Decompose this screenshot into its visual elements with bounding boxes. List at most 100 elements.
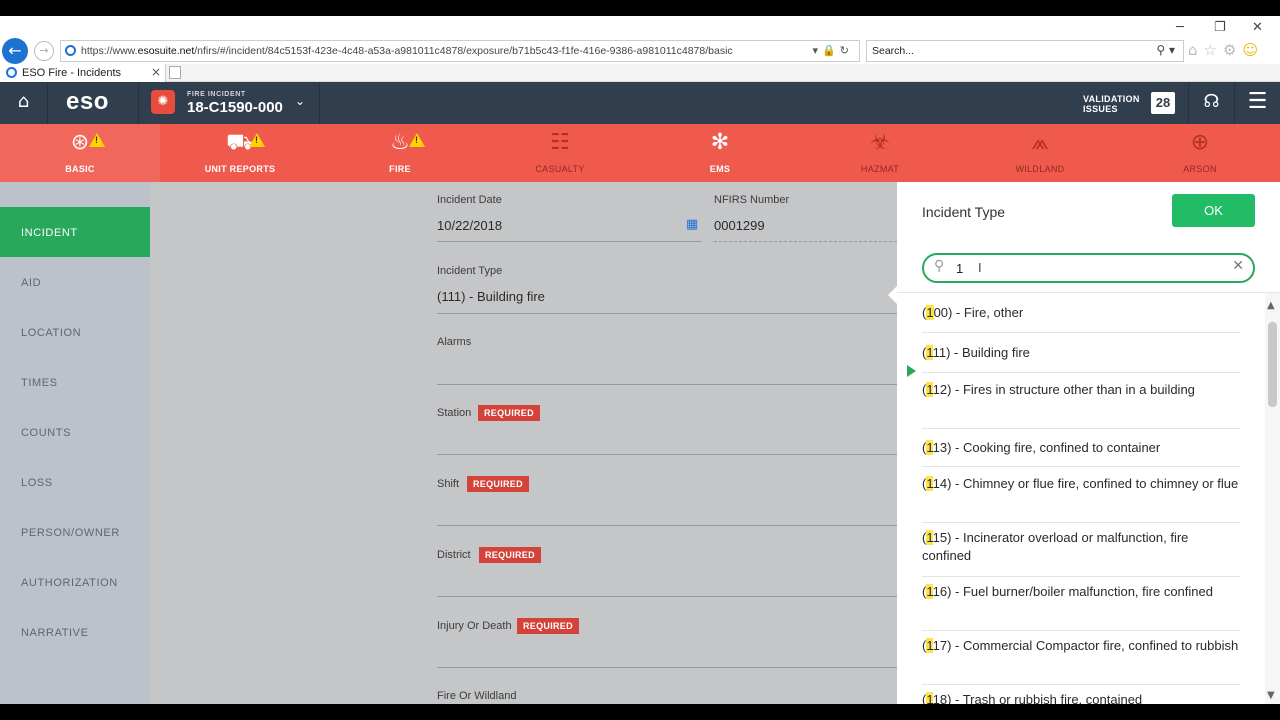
browser-tab[interactable]: ESO Fire - Incidents × bbox=[0, 64, 166, 82]
validation-issues-count[interactable]: 28 bbox=[1151, 92, 1175, 114]
scroll-down-icon[interactable]: ▼ bbox=[1267, 690, 1275, 701]
sidebar-item-counts[interactable]: COUNTS bbox=[0, 407, 150, 457]
module-tab-casualty[interactable]: ☷ CASUALTY bbox=[480, 124, 640, 182]
picker-title: Incident Type bbox=[922, 204, 1006, 220]
incident-date-label: Incident Date bbox=[437, 194, 502, 206]
browser-search-box[interactable]: Search... ⚲ ▾ bbox=[866, 40, 1184, 62]
lock-icon[interactable]: 🔒 bbox=[822, 44, 840, 57]
module-tab-bar: ⊛ ! BASIC ⛟ ! UNIT REPORTS ♨ ! FIRE ☷ CA… bbox=[0, 124, 1280, 182]
forward-button[interactable]: → bbox=[34, 41, 54, 61]
incident-date-field[interactable]: 10/22/2018 bbox=[437, 218, 502, 233]
option-113[interactable]: (113) - Cooking fire, confined to contai… bbox=[922, 429, 1240, 467]
life-ring-icon: ⊛ bbox=[70, 130, 90, 155]
incident-type-picker: Incident Type OK ⚲ 1 I ✕ (100) - Fire, o… bbox=[897, 182, 1280, 704]
wildland-fire-icon: ⩕ bbox=[1031, 130, 1049, 155]
address-bar-icons: ▾🔒↻ bbox=[813, 44, 853, 57]
tab-close-icon[interactable]: × bbox=[151, 65, 161, 79]
required-badge: REQUIRED bbox=[467, 476, 529, 492]
flame-icon: ♨ bbox=[390, 130, 410, 155]
clear-search-icon[interactable]: ✕ bbox=[1232, 258, 1244, 274]
feedback-smiley-icon[interactable]: ☺ bbox=[1242, 41, 1264, 59]
selected-marker-icon bbox=[907, 365, 916, 377]
divider bbox=[437, 241, 702, 242]
settings-gear-icon[interactable]: ⚙ bbox=[1223, 41, 1242, 59]
module-tab-wildland[interactable]: ⩕ WILDLAND bbox=[960, 124, 1120, 182]
incident-selector[interactable]: ✺ FIRE INCIDENT 18-C1590-000 ⌄ bbox=[138, 82, 320, 124]
hamburger-menu-icon: ☰ bbox=[1247, 89, 1268, 114]
sidebar-item-incident[interactable]: INCIDENT bbox=[0, 207, 150, 257]
nfirs-number-field[interactable]: 0001299 bbox=[714, 218, 765, 233]
star-of-life-icon: ✻ bbox=[710, 130, 730, 155]
arrow-right-icon: → bbox=[39, 44, 49, 57]
refresh-icon[interactable]: ↻ bbox=[840, 44, 853, 57]
dropdown-icon[interactable]: ▾ bbox=[813, 44, 823, 57]
shift-field[interactable] bbox=[437, 525, 897, 526]
module-tab-fire[interactable]: ♨ ! FIRE bbox=[320, 124, 480, 182]
calendar-icon[interactable]: ▦ bbox=[686, 217, 698, 232]
fire-or-wildland-label: Fire Or Wildland bbox=[437, 690, 517, 702]
option-100[interactable]: (100) - Fire, other bbox=[922, 293, 1240, 333]
injury-or-death-field[interactable] bbox=[437, 667, 897, 668]
sidebar-item-loss[interactable]: LOSS bbox=[0, 457, 150, 507]
sidebar-item-person-owner[interactable]: PERSON/OWNER bbox=[0, 507, 150, 557]
module-tab-arson[interactable]: ⊕ ARSON bbox=[1120, 124, 1280, 182]
house-icon: ⌂ bbox=[17, 91, 30, 112]
favorites-star-icon[interactable]: ☆ bbox=[1204, 41, 1223, 59]
option-111[interactable]: (111) - Building fire bbox=[922, 333, 1240, 373]
option-112[interactable]: (112) - Fires in structure other than in… bbox=[922, 373, 1240, 429]
module-tab-basic[interactable]: ⊛ ! BASIC bbox=[0, 124, 160, 182]
district-label: District bbox=[437, 549, 471, 561]
sidebar-item-aid[interactable]: AID bbox=[0, 257, 150, 307]
panel-pointer bbox=[888, 286, 897, 304]
option-114[interactable]: (114) - Chimney or flue fire, confined t… bbox=[922, 467, 1240, 523]
fire-incident-icon: ✺ bbox=[151, 90, 175, 114]
search-icon[interactable]: ⚲ ▾ bbox=[1156, 43, 1175, 57]
sidebar-item-narrative[interactable]: NARRATIVE bbox=[0, 607, 150, 657]
address-row: ← → https://www.esosuite.net/nfirs/#/inc… bbox=[0, 38, 1280, 64]
close-window-button[interactable]: ✕ bbox=[1252, 20, 1263, 35]
scrollbar-thumb[interactable] bbox=[1268, 322, 1277, 407]
option-115[interactable]: (115) - Incinerator overload or malfunct… bbox=[922, 523, 1240, 577]
incident-type-field[interactable]: (111) - Building fire bbox=[437, 289, 545, 304]
search-value: 1 bbox=[956, 261, 964, 276]
home-icon[interactable]: ⌂ bbox=[1188, 41, 1204, 59]
station-field[interactable] bbox=[437, 454, 897, 455]
alarms-field[interactable] bbox=[437, 384, 897, 385]
minimize-button[interactable]: ─ bbox=[1176, 20, 1184, 35]
option-117[interactable]: (117) - Commercial Compactor fire, confi… bbox=[922, 631, 1240, 685]
incident-type-label: Incident Type bbox=[437, 265, 503, 277]
scroll-up-icon[interactable]: ▲ bbox=[1267, 300, 1275, 311]
ok-button[interactable]: OK bbox=[1172, 194, 1255, 227]
warning-icon: ! bbox=[89, 133, 105, 147]
module-tab-hazmat[interactable]: ☣ HAZMAT bbox=[800, 124, 960, 182]
module-tab-unit-reports[interactable]: ⛟ ! UNIT REPORTS bbox=[160, 124, 320, 182]
sidebar-item-authorization[interactable]: AUTHORIZATION bbox=[0, 557, 150, 607]
district-field[interactable] bbox=[437, 596, 897, 597]
injury-or-death-label: Injury Or Death bbox=[437, 620, 512, 632]
url-text: https://www.esosuite.net/nfirs/#/inciden… bbox=[81, 45, 733, 57]
main-menu-button[interactable]: ☰ bbox=[1234, 82, 1280, 124]
home-button[interactable]: ⌂ bbox=[0, 82, 48, 124]
arrow-left-icon: ← bbox=[8, 41, 22, 60]
maximize-button[interactable]: ❐ bbox=[1214, 20, 1226, 35]
module-tab-ems[interactable]: ✻ EMS bbox=[640, 124, 800, 182]
chevron-down-icon: ⌄ bbox=[295, 94, 306, 108]
text-cursor-icon: I bbox=[978, 260, 982, 275]
incident-type-search-input[interactable]: ⚲ 1 I ✕ bbox=[922, 253, 1255, 283]
option-116[interactable]: (116) - Fuel burner/boiler malfunction, … bbox=[922, 577, 1240, 631]
support-button[interactable]: ☊ bbox=[1188, 82, 1234, 124]
sidebar-item-times[interactable]: TIMES bbox=[0, 357, 150, 407]
sidebar-item-location[interactable]: LOCATION bbox=[0, 307, 150, 357]
address-bar[interactable]: https://www.esosuite.net/nfirs/#/inciden… bbox=[60, 40, 860, 62]
station-label: Station bbox=[437, 407, 472, 419]
alarms-label: Alarms bbox=[437, 336, 472, 348]
shift-label: Shift bbox=[437, 478, 460, 490]
back-button[interactable]: ← bbox=[2, 38, 28, 64]
incident-label: FIRE INCIDENT bbox=[187, 91, 246, 98]
validation-issues-label[interactable]: VALIDATION ISSUES bbox=[1083, 94, 1140, 114]
headset-icon: ☊ bbox=[1203, 91, 1220, 112]
browser-tab-row: ESO Fire - Incidents × bbox=[0, 64, 1280, 82]
option-118[interactable]: (118) - Trash or rubbish fire, contained bbox=[922, 685, 1240, 704]
eso-logo: eso bbox=[66, 88, 109, 115]
new-tab-button[interactable] bbox=[169, 66, 181, 79]
